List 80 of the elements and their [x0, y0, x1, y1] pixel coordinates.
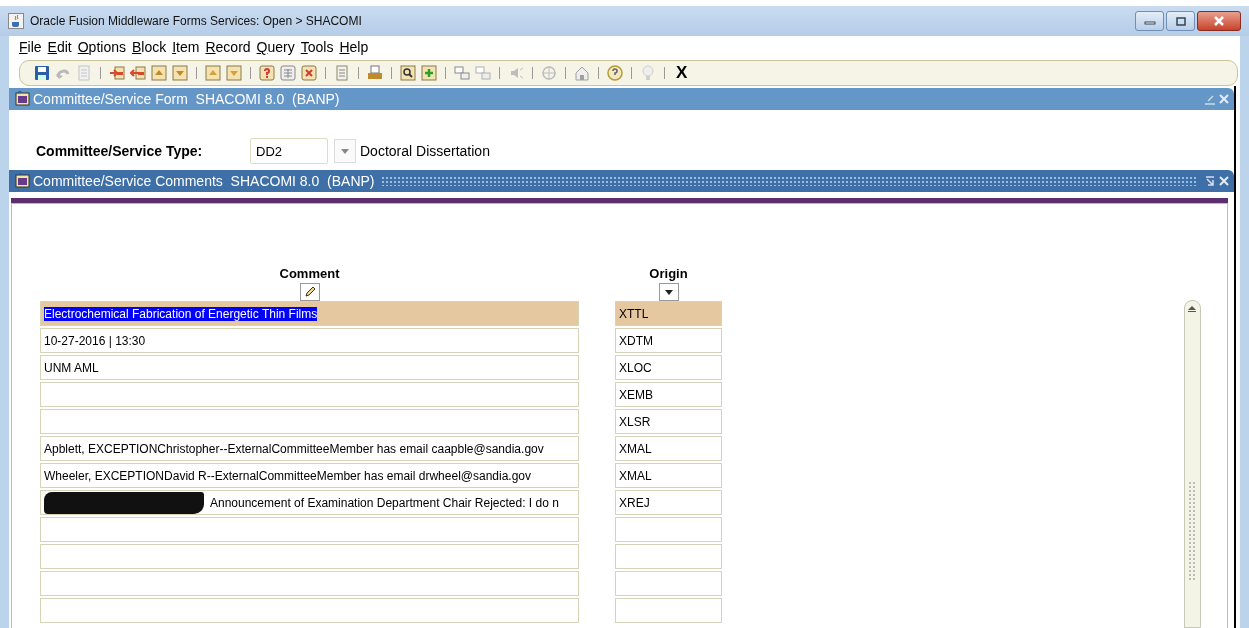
menu-item[interactable]: Query: [256, 39, 295, 55]
comment-field[interactable]: [40, 544, 579, 569]
maximize-icon: [1175, 16, 1186, 26]
comment-field[interactable]: Apblett, EXCEPTIONChristopher--ExternalCommitteeMember has email caapble@sandia.gov: [40, 436, 579, 461]
menu-item[interactable]: Help: [339, 39, 369, 55]
column-header: Origin: [649, 266, 688, 281]
maximize-button[interactable]: [1166, 11, 1195, 31]
x-page-icon[interactable]: [301, 65, 317, 81]
window-title: Oracle Fusion Middleware Forms Services: Open > SHACOMI: [30, 14, 362, 28]
triangle-page-icon[interactable]: [172, 65, 188, 81]
question-page-icon[interactable]: [259, 65, 275, 81]
menu-item[interactable]: Edit: [47, 39, 72, 55]
copy-page-icon[interactable]: [334, 65, 350, 81]
comment-field[interactable]: [40, 409, 579, 434]
boxes-icon[interactable]: [454, 65, 470, 81]
menu-item[interactable]: Options: [77, 39, 126, 55]
comment-field[interactable]: Announcement of Examination Department Chair Rejected: I do n: [40, 490, 579, 515]
origin-field[interactable]: XLSR: [615, 409, 722, 434]
origin-field[interactable]: XTTL: [615, 301, 722, 326]
minimize-icon[interactable]: [1204, 93, 1216, 105]
comment-field[interactable]: UNM AML: [40, 355, 579, 380]
origin-field[interactable]: XREJ: [615, 490, 722, 515]
comment-field[interactable]: [40, 598, 579, 623]
comment-field[interactable]: 10-27-2016 | 13:30: [40, 328, 579, 353]
type-code-field[interactable]: DD2: [250, 138, 328, 164]
magnifier-icon[interactable]: [400, 65, 416, 81]
minimize-button[interactable]: [1135, 11, 1164, 31]
window-title: Committee/Service Form SHACOMI 8.0 (BANP): [33, 91, 340, 107]
arrow-page-icon[interactable]: [130, 65, 146, 81]
type-description: Doctoral Dissertation: [360, 143, 490, 159]
form-icon: [15, 173, 31, 189]
restore-icon[interactable]: [1204, 175, 1216, 187]
crosshair-icon[interactable]: [541, 65, 557, 81]
comment-field[interactable]: [40, 517, 579, 542]
menu-item[interactable]: Block: [131, 39, 167, 55]
page-icon[interactable]: [76, 65, 92, 81]
caret-icon: [341, 148, 349, 154]
comment-field[interactable]: Electrochemical Fabrication of Energetic Thin Films: [40, 301, 579, 326]
form-icon: [15, 91, 31, 107]
comment-field[interactable]: [40, 571, 579, 596]
lightbulb-icon[interactable]: [640, 65, 656, 81]
menu-item[interactable]: Tools: [300, 39, 334, 55]
close-icon[interactable]: [1218, 175, 1230, 187]
column-header: Comment: [279, 266, 340, 281]
menu-item[interactable]: Record: [205, 39, 251, 55]
origin-field[interactable]: XDTM: [615, 328, 722, 353]
origin-field[interactable]: [615, 571, 722, 596]
boxes-icon[interactable]: [475, 65, 491, 81]
field-label: Committee/Service Type:: [36, 143, 204, 159]
origin-field[interactable]: [615, 598, 722, 623]
edit-button[interactable]: [299, 283, 320, 301]
origin-field[interactable]: XEMB: [615, 382, 722, 407]
close-button[interactable]: [1197, 11, 1241, 31]
scrollbar[interactable]: [1184, 300, 1201, 628]
speaker-icon[interactable]: [508, 65, 524, 81]
origin-field[interactable]: XMAL: [615, 436, 722, 461]
plus-icon[interactable]: [421, 65, 437, 81]
window-title: Committee/Service Comments SHACOMI 8.0 (BANP): [33, 173, 375, 189]
pencil-icon: [303, 286, 316, 298]
close-icon[interactable]: [1218, 93, 1230, 105]
arrow-page-icon[interactable]: [109, 65, 125, 81]
close-icon: [1213, 16, 1225, 26]
comment-field[interactable]: [40, 382, 579, 407]
printer-icon[interactable]: [367, 65, 383, 81]
menu-item[interactable]: Item: [172, 39, 200, 55]
up-arrow-icon[interactable]: [1188, 306, 1196, 312]
grid-page-icon[interactable]: [280, 65, 296, 81]
java-cup-icon: [8, 13, 24, 29]
dropdown-button[interactable]: [658, 283, 679, 301]
origin-field[interactable]: [615, 517, 722, 542]
question-circle-icon[interactable]: [607, 65, 623, 81]
exit-button[interactable]: X: [676, 63, 688, 83]
caret-icon: [664, 289, 673, 295]
origin-field[interactable]: XLOC: [615, 355, 722, 380]
house-icon[interactable]: [574, 65, 590, 81]
origin-field[interactable]: XMAL: [615, 463, 722, 488]
menu-item[interactable]: File: [19, 39, 42, 55]
comment-field[interactable]: Wheeler, EXCEPTIONDavid R--ExternalCommitteeMember has email drwheel@sandia.gov: [40, 463, 579, 488]
origin-field[interactable]: [615, 544, 722, 569]
triangle-page-icon[interactable]: [151, 65, 167, 81]
